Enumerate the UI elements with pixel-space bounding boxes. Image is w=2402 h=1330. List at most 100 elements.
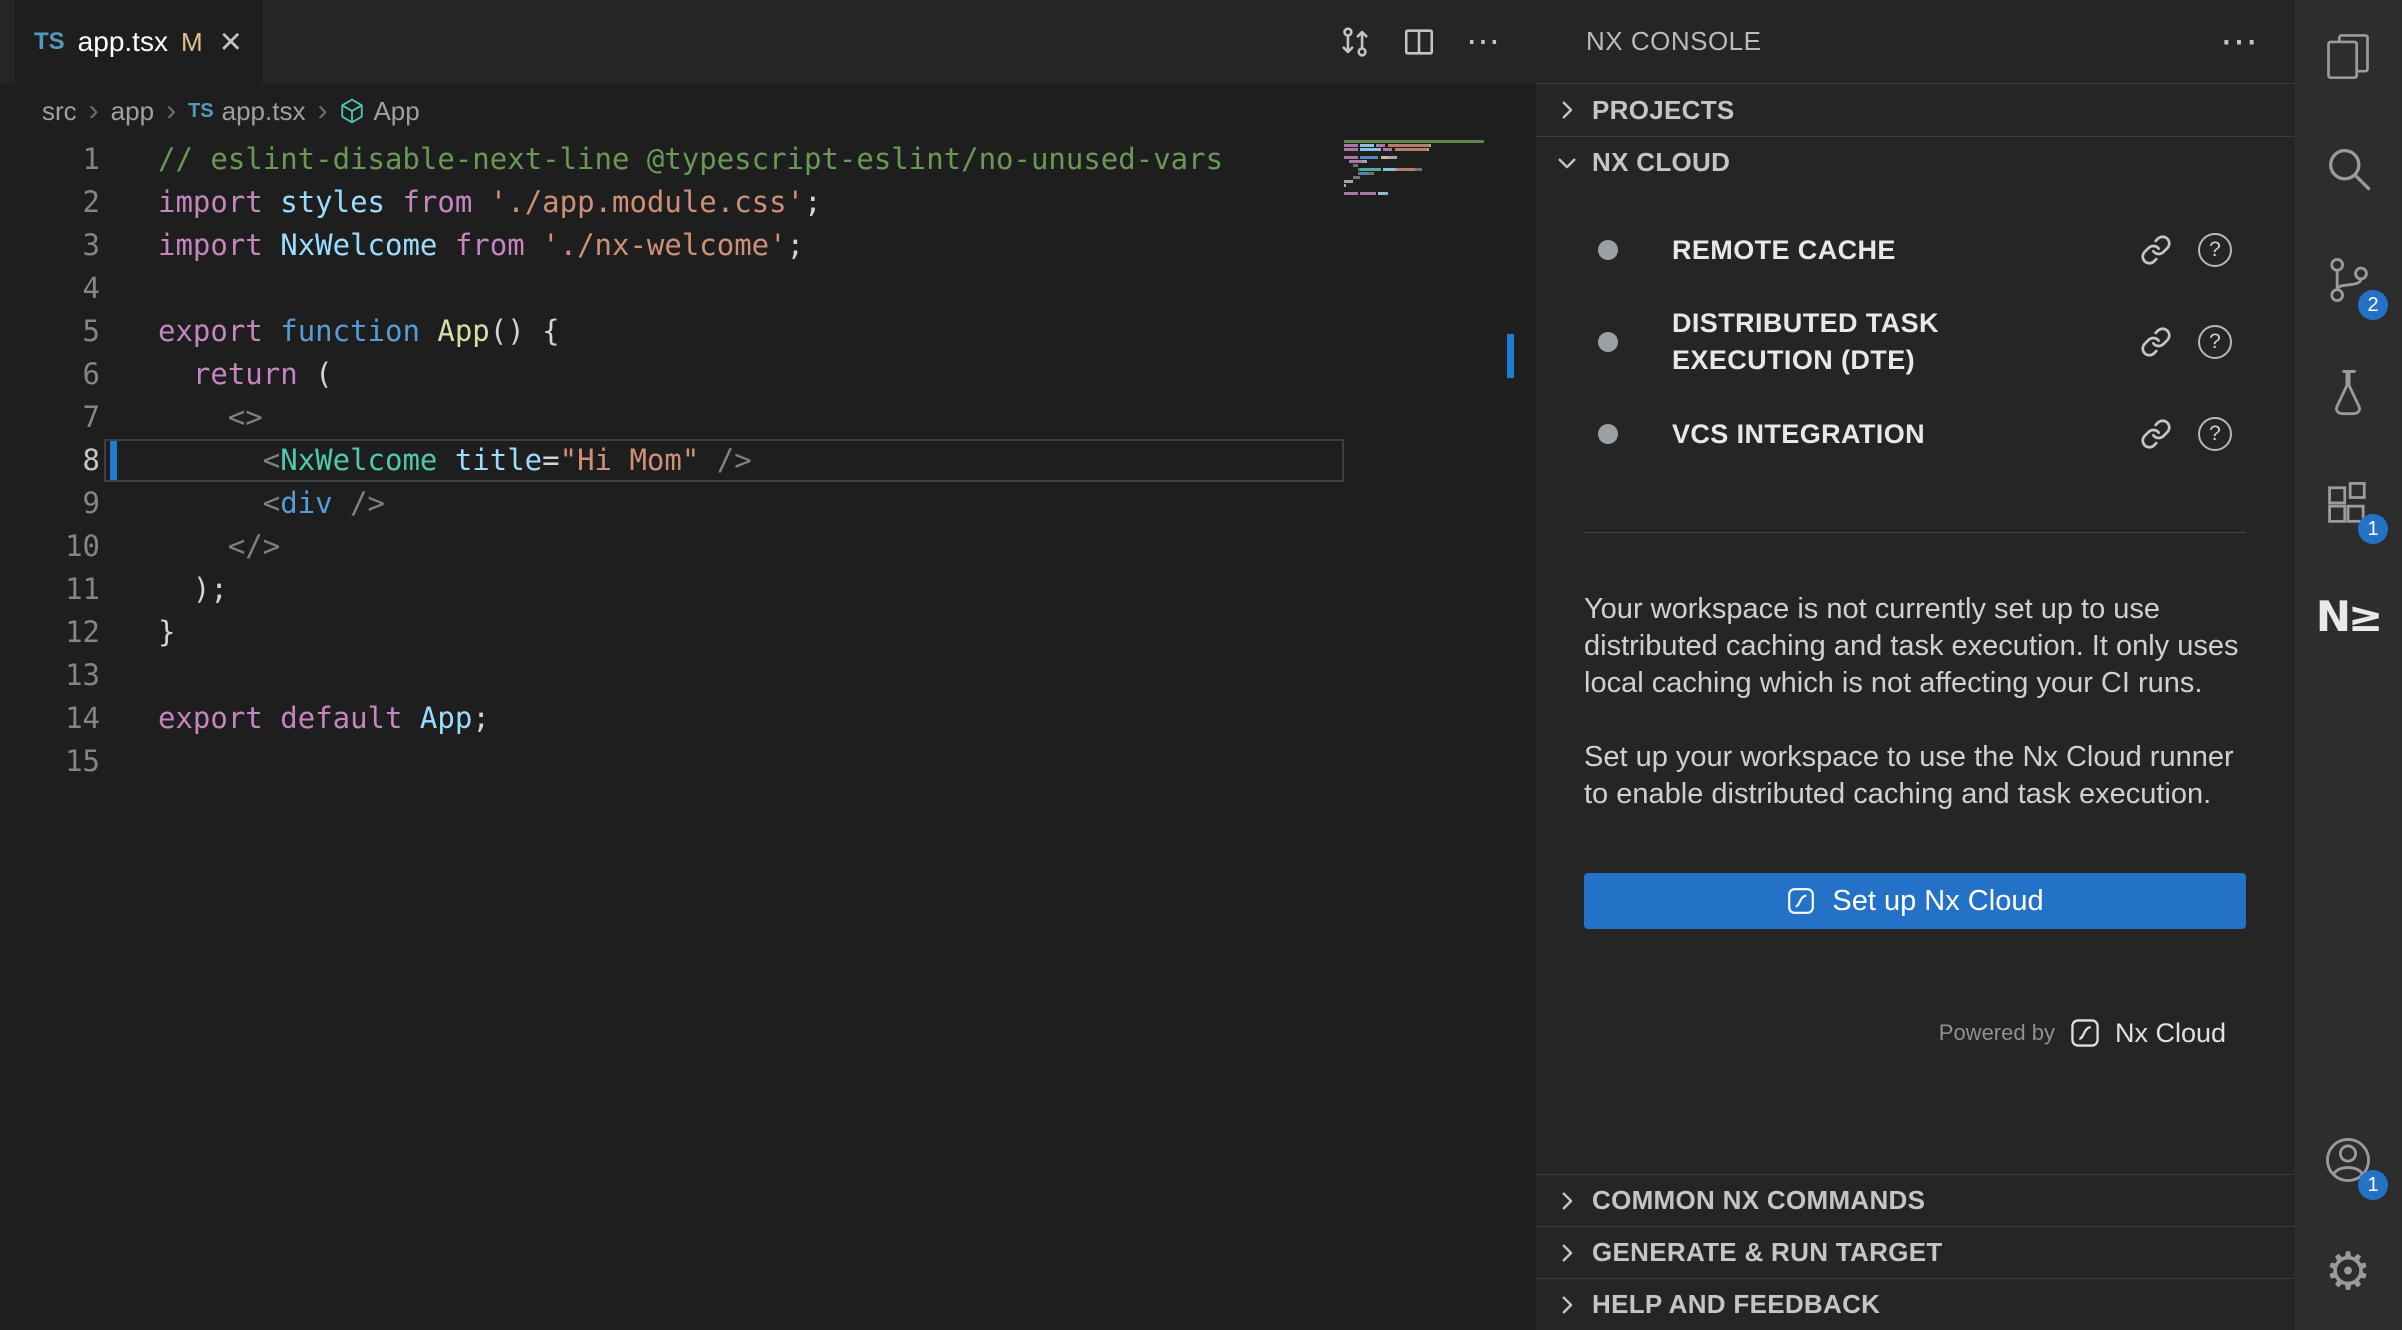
breadcrumb: src › app › TS app.tsx › App xyxy=(0,84,1536,138)
breadcrumb-item-symbol-app[interactable]: App xyxy=(339,96,419,127)
activity-bar-bottom: 1 ⚙ xyxy=(2294,1104,2402,1328)
editor-actions: ⋯ xyxy=(1338,0,1502,84)
status-dot-icon xyxy=(1598,424,1618,444)
more-actions-icon[interactable]: ⋯ xyxy=(1466,22,1502,62)
section-label: PROJECTS xyxy=(1592,95,1735,126)
breadcrumb-separator-icon: › xyxy=(89,94,99,128)
code-line-11[interactable]: 11 ); xyxy=(0,568,1536,611)
feature-vcs-integration: VCS INTEGRATION ? xyxy=(1536,398,2294,470)
test-beaker-icon[interactable] xyxy=(2294,336,2402,448)
line-number: 8 xyxy=(0,439,100,482)
close-tab-icon[interactable]: × xyxy=(220,23,242,61)
connect-icon[interactable] xyxy=(2140,234,2172,266)
code-line-text: <NxWelcome title="Hi Mom" /> xyxy=(158,439,752,482)
line-number: 15 xyxy=(0,740,100,783)
connect-icon[interactable] xyxy=(2140,326,2172,358)
code-line-4[interactable]: 4 xyxy=(0,267,1536,310)
powered-by-row: Powered by Nx Cloud xyxy=(1536,1017,2226,1049)
panel-bottom-sections: COMMON NX COMMANDS GENERATE & RUN TARGET… xyxy=(1536,1174,2294,1330)
code-line-6[interactable]: 6 return ( xyxy=(0,353,1536,396)
breadcrumb-separator-icon: › xyxy=(317,94,327,128)
section-projects[interactable]: PROJECTS xyxy=(1536,84,2294,136)
breadcrumb-separator-icon: › xyxy=(166,94,176,128)
line-number: 5 xyxy=(0,310,100,353)
code-line-3[interactable]: 3import NxWelcome from './nx-welcome'; xyxy=(0,224,1536,267)
feature-label: REMOTE CACHE xyxy=(1672,232,2092,269)
code-line-10[interactable]: 10 </> xyxy=(0,525,1536,568)
code-line-text: import styles from './app.module.css'; xyxy=(158,181,822,224)
breadcrumb-label: App xyxy=(373,96,419,127)
line-number: 7 xyxy=(0,396,100,439)
split-editor-icon[interactable] xyxy=(1402,25,1436,59)
code-line-text: <div /> xyxy=(158,482,385,525)
compare-changes-icon[interactable] xyxy=(1338,25,1372,59)
line-number: 12 xyxy=(0,611,100,654)
code-line-8[interactable]: 8 <NxWelcome title="Hi Mom" /> xyxy=(0,439,1536,482)
nx-console-panel: NX CONSOLE ⋯ PROJECTS NX CLOUD REMOTE CA… xyxy=(1536,0,2294,1330)
minimap[interactable] xyxy=(1344,140,1508,200)
tab-bar: TS app.tsx M × ⋯ xyxy=(0,0,1536,84)
symbol-cube-icon xyxy=(339,98,365,124)
nx-cloud-brand-name[interactable]: Nx Cloud xyxy=(2115,1018,2226,1049)
chevron-right-icon xyxy=(1554,1240,1580,1266)
nx-cloud-description: Your workspace is not currently set up t… xyxy=(1536,533,2294,813)
section-label: NX CLOUD xyxy=(1592,147,1730,178)
nx-cloud-logo-icon xyxy=(1786,886,1816,916)
extensions-badge: 1 xyxy=(2358,514,2388,544)
section-nx-cloud[interactable]: NX CLOUD xyxy=(1536,136,2294,188)
nx-cloud-features: REMOTE CACHE ? DISTRIBUTED TASK EXECUTIO… xyxy=(1536,188,2294,470)
code-line-15[interactable]: 15 xyxy=(0,740,1536,783)
feature-label: DISTRIBUTED TASK EXECUTION (DTE) xyxy=(1672,305,2092,379)
search-icon[interactable] xyxy=(2294,112,2402,224)
editor-region: TS app.tsx M × ⋯ src › app › TS xyxy=(0,0,1536,1330)
line-number: 1 xyxy=(0,138,100,181)
help-icon[interactable]: ? xyxy=(2198,325,2232,359)
code-line-2[interactable]: 2import styles from './app.module.css'; xyxy=(0,181,1536,224)
setup-nx-cloud-button[interactable]: Set up Nx Cloud xyxy=(1584,873,2246,929)
line-number: 11 xyxy=(0,568,100,611)
more-actions-icon[interactable]: ⋯ xyxy=(2220,19,2258,64)
code-line-text: </> xyxy=(158,525,280,568)
breadcrumb-item-src[interactable]: src xyxy=(42,96,77,127)
tab-title: app.tsx xyxy=(78,26,168,58)
explorer-icon[interactable] xyxy=(2294,0,2402,112)
code-line-7[interactable]: 7 <> xyxy=(0,396,1536,439)
code-lines: 1// eslint-disable-next-line @typescript… xyxy=(0,138,1536,783)
line-number: 14 xyxy=(0,697,100,740)
section-label: GENERATE & RUN TARGET xyxy=(1592,1237,1943,1268)
typescript-file-icon: TS xyxy=(34,28,65,56)
description-paragraph: Set up your workspace to use the Nx Clou… xyxy=(1584,739,2246,813)
code-line-13[interactable]: 13 xyxy=(0,654,1536,697)
connect-icon[interactable] xyxy=(2140,418,2172,450)
line-number: 9 xyxy=(0,482,100,525)
git-modified-badge: M xyxy=(181,27,203,58)
code-line-text: <> xyxy=(158,396,263,439)
nx-console-icon[interactable]: N≥ xyxy=(2294,560,2402,672)
settings-gear-icon[interactable]: ⚙ xyxy=(2294,1216,2402,1328)
section-help-and-feedback[interactable]: HELP AND FEEDBACK xyxy=(1536,1278,2294,1330)
code-line-5[interactable]: 5export function App() { xyxy=(0,310,1536,353)
section-common-nx-commands[interactable]: COMMON NX COMMANDS xyxy=(1536,1174,2294,1226)
setup-button-label: Set up Nx Cloud xyxy=(1832,885,2043,918)
account-badge: 1 xyxy=(2358,1170,2388,1200)
line-number: 13 xyxy=(0,654,100,697)
code-editor[interactable]: 1// eslint-disable-next-line @typescript… xyxy=(0,138,1536,1330)
code-line-text: import NxWelcome from './nx-welcome'; xyxy=(158,224,804,267)
breadcrumb-label: app xyxy=(111,96,154,127)
code-line-14[interactable]: 14export default App; xyxy=(0,697,1536,740)
extensions-icon[interactable]: 1 xyxy=(2294,448,2402,560)
breadcrumb-item-app-tsx[interactable]: TS app.tsx xyxy=(188,96,305,127)
chevron-right-icon xyxy=(1554,97,1580,123)
section-generate-run-target[interactable]: GENERATE & RUN TARGET xyxy=(1536,1226,2294,1278)
source-control-icon[interactable]: 2 xyxy=(2294,224,2402,336)
help-icon[interactable]: ? xyxy=(2198,417,2232,451)
code-line-1[interactable]: 1// eslint-disable-next-line @typescript… xyxy=(0,138,1536,181)
help-icon[interactable]: ? xyxy=(2198,233,2232,267)
vscode-window: TS app.tsx M × ⋯ src › app › TS xyxy=(0,0,2402,1330)
breadcrumb-item-app[interactable]: app xyxy=(111,96,154,127)
section-label: HELP AND FEEDBACK xyxy=(1592,1289,1880,1320)
account-icon[interactable]: 1 xyxy=(2294,1104,2402,1216)
tab-app-tsx[interactable]: TS app.tsx M × xyxy=(14,0,262,84)
code-line-12[interactable]: 12} xyxy=(0,611,1536,654)
code-line-9[interactable]: 9 <div /> xyxy=(0,482,1536,525)
